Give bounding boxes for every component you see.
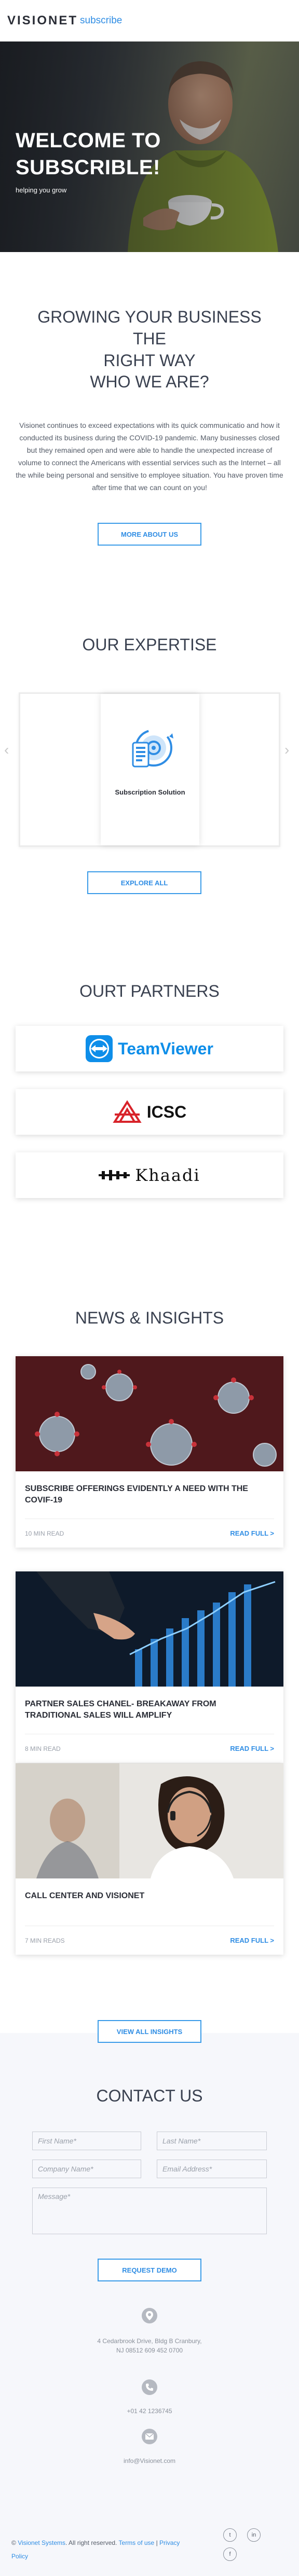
message-field[interactable] [32,2188,267,2234]
location-icon [142,2308,157,2323]
news-title[interactable]: PARTNER SALES CHANEL- BREAKAWAY FROM TRA… [25,1689,274,1734]
address-line1: 4 Cedarbrook Drive, Bldg B Cranbury, [97,2337,202,2345]
news-card[interactable]: CALL CENTER AND VISIONET 7 MIN READS REA… [16,1763,283,1955]
privacy-link-line2[interactable]: Policy [11,2553,28,2560]
expertise-card[interactable]: Subscription Solution [101,694,199,845]
footer-separator: | [156,2539,158,2546]
page: VISIONET subscribe WELCOME TO SUBSCRIBLE… [0,0,299,2576]
hero-tagline: helping you grow [16,186,67,194]
partner-name: Khaadi [135,1165,200,1185]
hero-title-line2: SUBSCRIBLE! [16,156,160,179]
carousel-prev-arrow[interactable]: ‹ [4,742,9,758]
logo-text[interactable]: VISIONET [7,13,78,28]
teamviewer-logo-icon [86,1035,113,1062]
icsc-logo-icon [113,1100,142,1123]
explore-all-button[interactable]: EXPLORE ALL [87,871,201,894]
growing-title-line1: GROWING YOUR BUSINESS THE [37,308,262,348]
news-body: SUBSCRIBE OFFERINGS EVIDENTLY A NEED WIT… [16,1474,283,1548]
first-name-field[interactable] [32,2132,141,2150]
rights-text: . All right reserved. [65,2539,117,2546]
last-name-field[interactable] [157,2132,267,2150]
news-title[interactable]: SUBSCRIBE OFFERINGS EVIDENTLY A NEED WIT… [25,1474,274,1519]
carousel-next-arrow[interactable]: › [284,742,289,758]
news-card[interactable]: SUBSCRIBE OFFERINGS EVIDENTLY A NEED WIT… [16,1356,283,1548]
news-body: PARTNER SALES CHANEL- BREAKAWAY FROM TRA… [16,1689,283,1763]
news-read-time: 8 MIN READ [25,1745,61,1752]
phone-icon [142,2379,157,2395]
email-address[interactable]: info@Visionet.com [0,2456,299,2466]
company-link[interactable]: Visionet Systems [18,2539,65,2546]
privacy-link[interactable]: Privacy [159,2539,180,2546]
news-card[interactable]: PARTNER SALES CHANEL- BREAKAWAY FROM TRA… [16,1571,283,1763]
khaadi-logo-icon [99,1170,130,1180]
read-full-link[interactable]: READ FULL > [230,1529,274,1537]
hero-banner: WELCOME TO SUBSCRIBLE! helping you grow [0,41,299,252]
site-footer: © Visionet Systems. All right reserved. … [11,2536,229,2563]
request-demo-button[interactable]: REQUEST DEMO [98,2259,201,2281]
news-body: CALL CENTER AND VISIONET 7 MIN READS REA… [16,1881,283,1955]
partner-name: TeamViewer [118,1039,213,1058]
logo-subtitle[interactable]: subscribe [80,15,122,26]
contact-title: CONTACT US [96,2086,203,2105]
company-name-field[interactable] [32,2160,141,2178]
read-full-link[interactable]: READ FULL > [230,1937,274,1944]
address-line2: NJ 08512 609 452 0700 [116,2347,183,2354]
email-field[interactable] [157,2160,267,2178]
about-paragraph: Visionet continues to exceed expectation… [16,421,283,492]
news-footer: 10 MIN READ READ FULL > [25,1519,274,1548]
twitter-icon[interactable]: t [223,2528,237,2542]
hero-text: WELCOME TO SUBSCRIBLE! helping you grow [16,127,161,194]
linkedin-icon[interactable]: in [247,2528,261,2542]
news-footer: 8 MIN READ READ FULL > [25,1734,274,1763]
read-full-link[interactable]: READ FULL > [230,1745,274,1752]
news-image-chart-hand [16,1571,283,1687]
growing-title-line2: RIGHT WAY [103,351,196,370]
phone-number[interactable]: +01 42 1236745 [0,2406,299,2416]
hero-title-line1: WELCOME TO [16,129,161,152]
growing-title: GROWING YOUR BUSINESS THE RIGHT WAY [21,306,278,371]
mail-icon [142,2429,157,2444]
news-title[interactable]: CALL CENTER AND VISIONET [25,1881,274,1926]
terms-link[interactable]: Terms of use [119,2539,155,2546]
who-title: WHO WE ARE? [90,372,209,391]
partner-icsc[interactable]: ICSC [16,1089,283,1135]
expertise-title: OUR EXPERTISE [82,635,217,654]
expertise-carousel: Subscription Solution [19,692,280,847]
partner-teamviewer[interactable]: TeamViewer [16,1026,283,1071]
site-header: VISIONET subscribe [0,0,299,41]
copyright-symbol: © [11,2539,16,2546]
news-footer: 7 MIN READS READ FULL > [25,1926,274,1955]
news-image-call-center [16,1763,283,1878]
more-about-us-button[interactable]: MORE ABOUT US [98,523,201,546]
contact-section-bg [0,2033,299,2576]
view-all-insights-button[interactable]: VIEW ALL INSIGHTS [98,2020,201,2043]
subscription-icon [132,729,173,768]
partner-khaadi[interactable]: Khaadi [16,1152,283,1198]
news-title: NEWS & INSIGHTS [75,1308,224,1327]
news-image-virus [16,1356,283,1471]
news-read-time: 7 MIN READS [25,1937,65,1944]
news-read-time: 10 MIN READ [25,1529,64,1537]
facebook-icon[interactable]: f [223,2547,237,2561]
expertise-card-label: Subscription Solution [115,788,185,796]
partners-title: OURT PARTNERS [79,982,220,1000]
partner-name: ICSC [146,1102,187,1121]
